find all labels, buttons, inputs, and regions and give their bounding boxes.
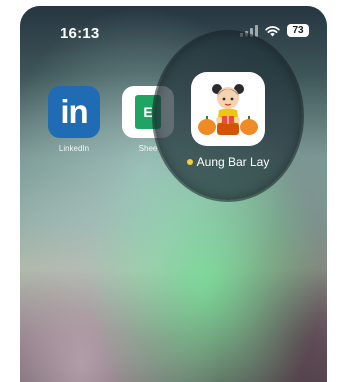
app-label-aung-bar-lay-text: Aung Bar Lay bbox=[196, 155, 270, 169]
battery-icon: 73 bbox=[287, 24, 309, 37]
wifi-icon bbox=[265, 25, 280, 36]
clock-time: 16:13 bbox=[60, 25, 100, 42]
app-label-aung-bar-lay: Aung Bar Lay bbox=[168, 155, 288, 169]
phone-frame: 16:13 73 in LinkedIn E Shee Aung Bar Lay bbox=[0, 0, 347, 382]
new-install-dot bbox=[186, 159, 193, 165]
app-aung-bar-lay[interactable]: Aung Bar Lay bbox=[168, 72, 288, 169]
sheets-glyph: E bbox=[143, 104, 153, 120]
linkedin-icon: in bbox=[48, 86, 100, 138]
aung-bar-lay-icon bbox=[191, 72, 265, 146]
linkedin-glyph: in bbox=[60, 93, 88, 130]
app-label-linkedin: LinkedIn bbox=[58, 144, 90, 153]
app-linkedin[interactable]: in LinkedIn bbox=[46, 86, 102, 153]
child-mascot-icon bbox=[198, 84, 258, 135]
status-bar: 16:13 73 bbox=[20, 6, 327, 46]
home-screen: 16:13 73 in LinkedIn E Shee Aung Bar Lay bbox=[20, 6, 327, 382]
